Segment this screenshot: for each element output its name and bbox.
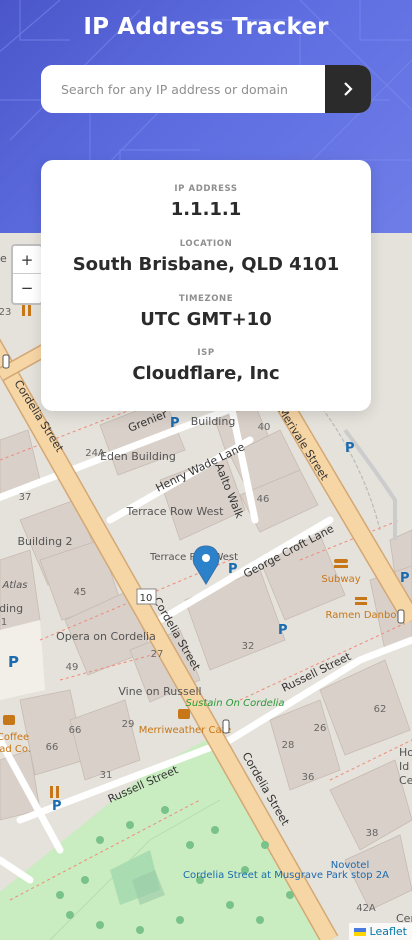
search-input[interactable]	[41, 65, 325, 113]
parking-icon: P	[52, 799, 62, 814]
page-title: IP Address Tracker	[83, 14, 329, 40]
label-building-2: Building 2	[17, 535, 72, 548]
label-n40: 40	[258, 422, 271, 433]
label-terrace: Terrace Row West	[126, 505, 225, 518]
label-n49: 49	[66, 662, 79, 673]
search-bar	[41, 65, 371, 113]
label-n36: 36	[302, 772, 315, 783]
leaflet-link[interactable]: Leaflet	[370, 925, 407, 938]
timezone-label: TIMEZONE	[178, 294, 234, 304]
label-eden: Eden Building	[100, 450, 176, 463]
label-n37: 37	[19, 492, 32, 503]
label-n66: 66	[69, 725, 82, 736]
label-ho: Ho	[399, 746, 412, 759]
isp-value: Cloudflare, Inc	[132, 363, 280, 384]
label-n32: 32	[242, 641, 255, 652]
map-attribution[interactable]: Leaflet	[348, 923, 412, 940]
ip-group: IP ADDRESS 1.1.1.1	[41, 184, 371, 220]
label-head-co: ead Co.	[0, 744, 31, 755]
location-label: LOCATION	[179, 239, 233, 249]
parking-icon: P	[170, 416, 180, 431]
parking-icon: P	[228, 562, 238, 577]
label-n31: 31	[100, 770, 113, 781]
parking-icon: P	[278, 623, 288, 638]
label-n27: 27	[151, 649, 164, 660]
label-vine: Vine on Russell	[118, 685, 201, 698]
label-opera: Opera on Cordelia	[56, 630, 156, 643]
label-n38: 38	[366, 828, 379, 839]
label-coffee: Coffee	[0, 732, 29, 743]
label-n45: 45	[74, 587, 87, 598]
label-n42a: 42A	[356, 903, 376, 914]
label-n46: 46	[257, 494, 270, 505]
chevron-right-icon	[344, 82, 353, 96]
label-id: Id	[399, 760, 409, 773]
timezone-group: TIMEZONE UTC GMT+10	[41, 294, 371, 330]
label-n66b: 66	[46, 742, 59, 753]
label-merriweather: Merriweather Cafe	[139, 725, 232, 736]
label-bus-stop: Cordelia Street at Musgrave Park stop 2A	[183, 870, 389, 881]
label-e: e	[0, 252, 7, 265]
timezone-value: UTC GMT+10	[140, 309, 272, 330]
ip-info-card: IP ADDRESS 1.1.1.1 LOCATION South Brisba…	[41, 160, 371, 411]
location-value: South Brisbane, QLD 4101	[72, 254, 340, 275]
label-n24a: 24A	[85, 448, 105, 459]
parking-icon: P	[400, 571, 410, 586]
zoom-out-button[interactable]: −	[13, 274, 41, 302]
label-building: Building	[191, 415, 236, 428]
ip-value: 1.1.1.1	[170, 199, 242, 220]
label-ramen: Ramen Danbo	[326, 610, 397, 621]
label-n23: 23	[0, 307, 11, 318]
label-ilding: ilding	[0, 602, 23, 615]
label-ce: Ce	[399, 774, 412, 787]
parking-icon: P	[345, 441, 355, 456]
zoom-control: + −	[11, 244, 43, 305]
label-n62: 62	[374, 704, 387, 715]
ip-label: IP ADDRESS	[174, 184, 238, 194]
ukraine-flag-icon	[353, 927, 366, 936]
route-marker: 10	[136, 588, 157, 605]
isp-label: ISP	[197, 348, 215, 358]
parking-icon: P	[8, 653, 19, 671]
label-n26: 26	[314, 723, 327, 734]
submit-button[interactable]	[325, 65, 371, 113]
label-n1: 1	[1, 617, 7, 628]
svg-text:10: 10	[140, 593, 153, 604]
zoom-in-button[interactable]: +	[13, 246, 41, 274]
label-atlas: Atlas	[2, 580, 28, 591]
isp-group: ISP Cloudflare, Inc	[41, 348, 371, 384]
label-subway: Subway	[321, 574, 360, 585]
label-n29: 29	[122, 719, 135, 730]
label-n28: 28	[282, 740, 295, 751]
label-sustain: Sustain On Cordelia	[185, 698, 284, 709]
location-group: LOCATION South Brisbane, QLD 4101	[41, 239, 371, 275]
